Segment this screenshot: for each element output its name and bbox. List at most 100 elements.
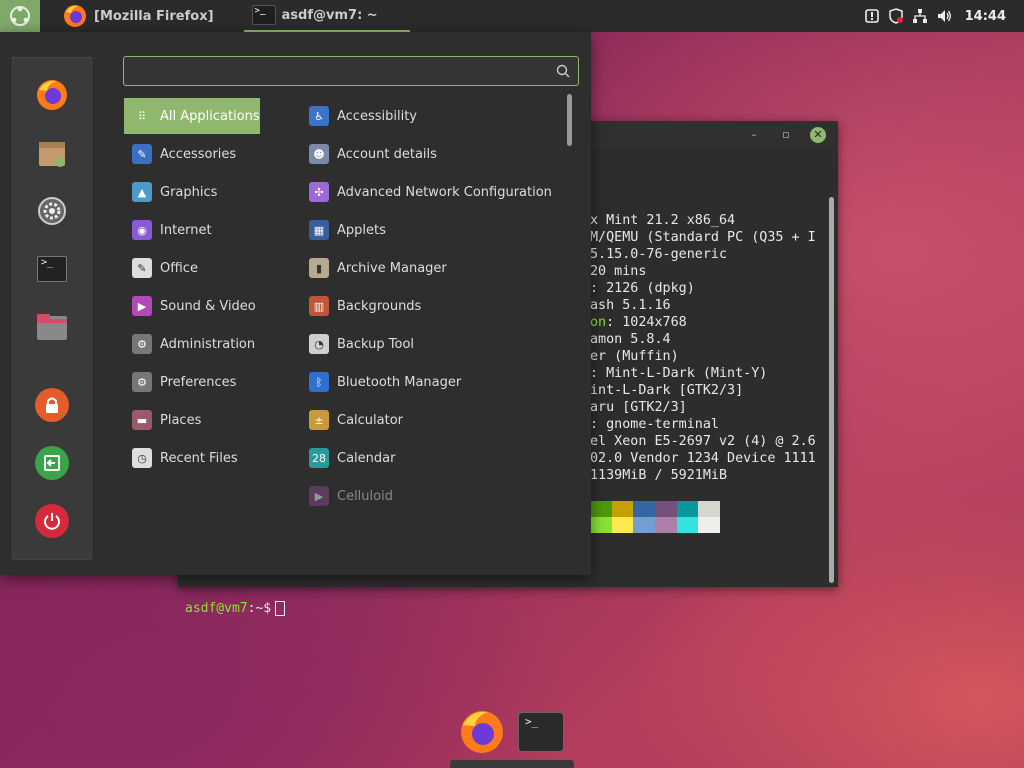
favorite-settings[interactable] — [35, 194, 69, 228]
system-tray: 14:44 — [863, 0, 1024, 32]
accessories-icon: ✎ — [132, 144, 152, 164]
category-item[interactable]: ⚙ Preferences — [124, 364, 260, 400]
palette-swatch — [590, 517, 612, 533]
app-label: Calendar — [337, 450, 396, 466]
category-label: Accessories — [160, 146, 237, 162]
network-icon[interactable] — [911, 7, 929, 25]
terminal-line-text: int-L-Dark [GTK2/3] — [590, 383, 744, 398]
palette-swatch — [611, 501, 634, 517]
app-item[interactable]: ± Calculator — [303, 402, 565, 438]
category-item[interactable]: ▬ Places — [124, 402, 260, 438]
app-item[interactable]: ᛒ Bluetooth Manager — [303, 364, 565, 400]
neofetch-output: x Mint 21.2 x86_64 M/QEMU (Standard PC (Q… — [590, 212, 816, 484]
sound-video-icon: ▶ — [132, 296, 152, 316]
category-item[interactable]: ⠿ All Applications — [124, 98, 260, 134]
terminal-line: M/QEMU (Standard PC (Q35 + I — [590, 229, 816, 246]
calendar-icon: 28 — [309, 448, 329, 468]
terminal-icon: >_ — [525, 715, 539, 728]
prompt-path: :~$ — [247, 601, 272, 616]
graphics-icon: ▲ — [132, 182, 152, 202]
favorite-logout[interactable] — [35, 446, 69, 480]
category-item[interactable]: ✎ Office — [124, 250, 260, 286]
app-item[interactable]: ▶ Celluloid — [303, 478, 565, 514]
bluetooth-icon: ᛒ — [309, 372, 329, 392]
terminal-line-text: amon 5.8.4 — [590, 332, 671, 347]
terminal-line: x Mint 21.2 x86_64 — [590, 212, 816, 229]
terminal-line-text: ash 5.1.16 — [590, 298, 671, 313]
app-item[interactable]: ☻ Account details — [303, 136, 565, 172]
app-item[interactable]: ▥ Backgrounds — [303, 288, 565, 324]
terminal-line-text: M/QEMU (Standard PC (Q35 + I — [590, 230, 816, 245]
app-item[interactable]: ✣ Advanced Network Configuration — [303, 174, 565, 210]
top-panel: [Mozilla Firefox] >_ asdf@vm7: ~ 14:44 — [0, 0, 1024, 32]
terminal-line-text: x Mint 21.2 x86_64 — [590, 213, 736, 228]
terminal-scrollbar[interactable] — [829, 197, 834, 583]
category-item[interactable]: ▲ Graphics — [124, 174, 260, 210]
terminal-line: amon 5.8.4 — [590, 331, 816, 348]
category-label: Graphics — [160, 184, 218, 200]
clock[interactable]: 14:44 — [965, 9, 1006, 24]
terminal-line-text: : gnome-terminal — [590, 417, 719, 432]
category-item[interactable]: ✎ Accessories — [124, 136, 260, 172]
palette-swatch — [676, 517, 699, 533]
terminal-line: 20 mins — [590, 263, 816, 280]
app-item[interactable]: ◔ Backup Tool — [303, 326, 565, 362]
favorite-terminal[interactable]: >_ — [35, 252, 69, 286]
search-box[interactable] — [123, 56, 579, 86]
category-label: Preferences — [160, 374, 237, 390]
dock-firefox[interactable] — [458, 708, 506, 756]
mint-logo-icon — [10, 6, 30, 26]
category-label: Internet — [160, 222, 212, 238]
favorite-files[interactable] — [35, 310, 69, 344]
search-icon — [556, 64, 570, 78]
firefox-icon — [461, 711, 503, 753]
app-item[interactable]: ▦ Applets — [303, 212, 565, 248]
favorite-firefox[interactable] — [35, 78, 69, 112]
terminal-cursor — [275, 601, 286, 616]
menu-button[interactable] — [0, 0, 40, 32]
category-item[interactable]: ⚙ Administration — [124, 326, 260, 362]
app-label: Accessibility — [337, 108, 417, 124]
favorite-lock-screen[interactable] — [35, 388, 69, 422]
taskbar-terminal[interactable]: >_ asdf@vm7: ~ — [243, 0, 410, 32]
volume-icon[interactable] — [935, 7, 953, 25]
favorite-power[interactable] — [35, 504, 69, 538]
search-input[interactable] — [132, 61, 556, 83]
app-label: Advanced Network Configuration — [337, 184, 552, 200]
terminal-line-text: 20 mins — [590, 264, 647, 279]
favorite-software-manager[interactable] — [35, 136, 69, 170]
folder-icon: ▬ — [132, 410, 152, 430]
terminal-line-text: 02.0 Vendor 1234 Device 1111 — [590, 451, 816, 466]
close-button[interactable]: ✕ — [810, 127, 826, 143]
app-label: Backup Tool — [337, 336, 415, 352]
terminal-line: er (Muffin) — [590, 348, 816, 365]
palette-swatch — [655, 517, 677, 533]
celluloid-icon: ▶ — [309, 486, 329, 506]
update-manager-icon[interactable] — [863, 7, 881, 25]
network-icon: ✣ — [309, 182, 329, 202]
taskbar-firefox[interactable]: [Mozilla Firefox] — [40, 0, 222, 32]
terminal-line: : 2126 (dpkg) — [590, 280, 816, 297]
office-icon: ✎ — [132, 258, 152, 278]
menu-scrollbar[interactable] — [567, 94, 572, 146]
firefox-icon — [37, 80, 67, 110]
category-item[interactable]: ◉ Internet — [124, 212, 260, 248]
app-item[interactable]: ▮ Archive Manager — [303, 250, 565, 286]
logout-icon — [44, 455, 60, 471]
taskbar-terminal-label: asdf@vm7: ~ — [281, 7, 378, 23]
category-item[interactable]: ◷ Recent Files — [124, 440, 260, 476]
dock-terminal[interactable]: >_ — [518, 712, 564, 752]
category-label: All Applications — [160, 108, 260, 124]
app-item[interactable]: ♿ Accessibility — [303, 98, 565, 134]
category-label: Places — [160, 412, 202, 428]
settings-icon — [38, 197, 66, 225]
category-item[interactable]: ▶ Sound & Video — [124, 288, 260, 324]
app-item[interactable]: 28 Calendar — [303, 440, 565, 476]
terminal-line-text: aru [GTK2/3] — [590, 400, 687, 415]
terminal-line: 1139MiB / 5921MiB — [590, 467, 816, 484]
palette-swatch — [698, 517, 721, 533]
maximize-button[interactable]: ▫ — [778, 127, 794, 143]
terminal-line-text: : Mint-L-Dark (Mint-Y) — [590, 366, 768, 381]
shield-icon[interactable] — [887, 7, 905, 25]
minimize-button[interactable]: – — [746, 127, 762, 143]
